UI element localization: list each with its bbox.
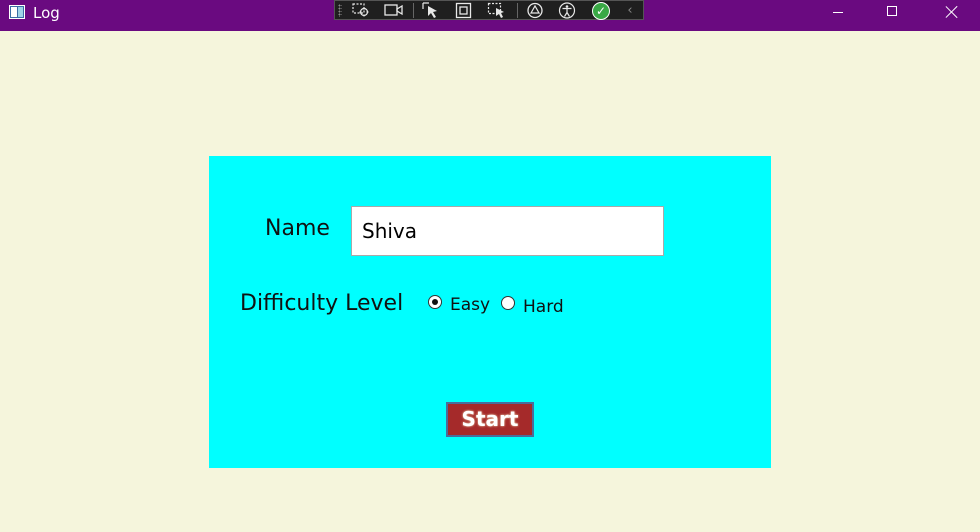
close-button[interactable]	[928, 0, 974, 24]
name-input[interactable]	[351, 206, 664, 256]
app-icon	[9, 5, 25, 19]
check-icon[interactable]: ✓	[592, 2, 610, 20]
hard-radio[interactable]	[501, 296, 515, 310]
highlight-box-icon[interactable]	[454, 2, 474, 19]
start-button[interactable]: Start	[446, 402, 534, 437]
minimize-icon	[833, 12, 843, 13]
video-icon[interactable]	[384, 2, 404, 19]
cursor-icon[interactable]	[421, 2, 441, 19]
toolbar-grip-icon[interactable]	[338, 4, 342, 17]
hard-radio-label[interactable]: Hard	[523, 297, 564, 317]
accessibility-icon[interactable]	[557, 2, 577, 19]
maximize-icon	[887, 6, 897, 16]
window-title: Log	[33, 4, 60, 22]
title-bar[interactable]: Log ✓ ‹	[0, 0, 980, 31]
easy-radio-label[interactable]: Easy	[450, 295, 490, 315]
toolbar-separator	[517, 3, 518, 18]
collapse-icon[interactable]: ‹	[623, 2, 637, 19]
close-icon	[945, 5, 959, 19]
difficulty-level-label: Difficulty Level	[240, 291, 404, 316]
app-window: Log ✓ ‹ Name Shiva Difficulty Level Easy…	[0, 0, 980, 532]
minimize-button[interactable]	[816, 0, 862, 24]
hot-reload-icon[interactable]	[525, 2, 545, 19]
toolbar-separator	[413, 3, 414, 18]
track-focus-icon[interactable]	[487, 2, 507, 19]
form-panel: Name Difficulty Level Easy Hard Start	[209, 156, 771, 468]
maximize-button[interactable]	[869, 0, 915, 24]
name-label: Name	[265, 216, 330, 241]
select-element-icon[interactable]	[351, 2, 371, 19]
debug-toolbar: ✓ ‹	[334, 0, 644, 20]
easy-radio[interactable]	[428, 295, 442, 309]
